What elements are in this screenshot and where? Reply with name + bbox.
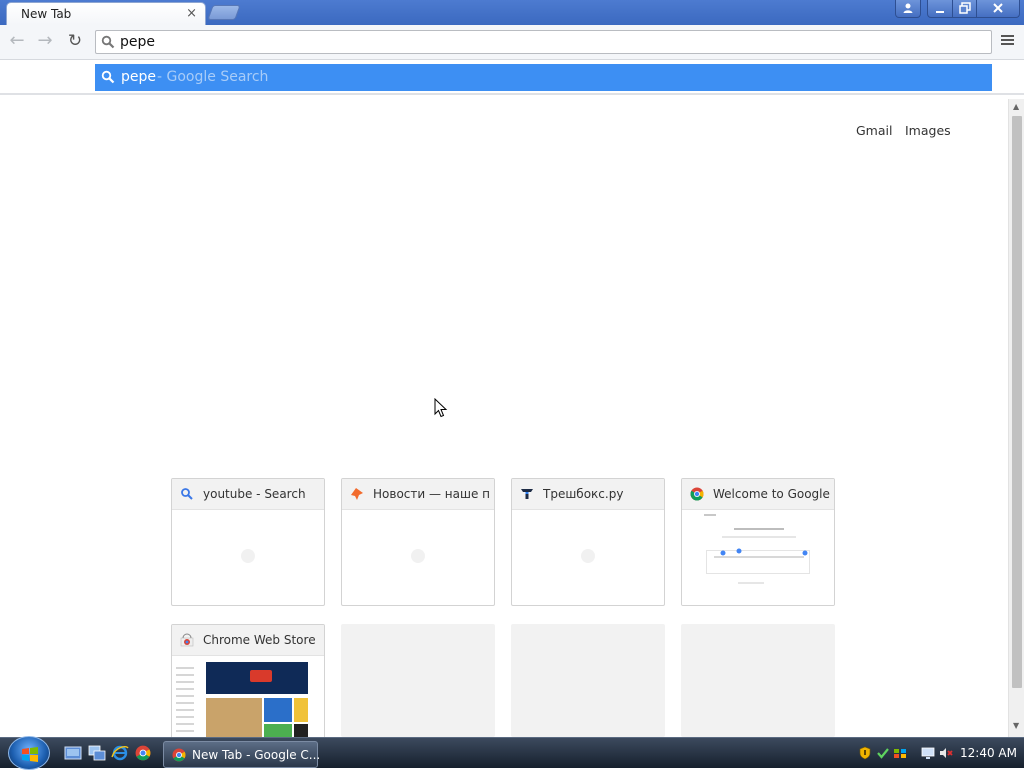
show-desktop-icon[interactable] [64, 745, 82, 761]
scrollbar-thumb[interactable] [1012, 116, 1022, 688]
empty-tile [341, 624, 495, 737]
scroll-down-icon[interactable]: ▼ [1013, 721, 1019, 730]
tile-title: Трешбокс.ру [543, 487, 624, 501]
loading-spinner-icon [411, 549, 425, 563]
new-tab-button[interactable] [207, 5, 241, 20]
back-button[interactable]: ← [6, 31, 28, 53]
tile-thumbnail [682, 510, 834, 605]
page-scrollbar[interactable]: ▲ ▼ [1008, 99, 1024, 737]
chrome-icon[interactable] [134, 745, 152, 761]
close-window-button[interactable] [976, 0, 1020, 18]
windows-logo-icon [22, 747, 38, 762]
taskbar-item-chrome[interactable]: New Tab - Google C... [163, 741, 321, 768]
monitor-icon[interactable] [921, 746, 935, 760]
switch-windows-icon[interactable] [88, 745, 106, 761]
tile-title: Chrome Web Store [203, 633, 316, 647]
search-icon [181, 488, 193, 500]
security-shield-icon[interactable] [858, 746, 872, 760]
most-visited-tile[interactable]: Трешбокс.ру [511, 478, 665, 606]
forward-button[interactable]: → [34, 31, 56, 53]
images-link[interactable]: Images [905, 123, 951, 138]
volume-muted-icon[interactable] [939, 746, 953, 760]
tile-header: Трешбокс.ру [512, 479, 664, 510]
tab-new-tab[interactable]: New Tab × [6, 2, 206, 25]
omnibox[interactable] [95, 30, 992, 54]
webstore-icon [180, 633, 194, 647]
search-icon [101, 70, 115, 84]
tile-title: Новости — наше пр [373, 487, 491, 501]
omnibox-dropdown: pepe - Google Search [0, 61, 1024, 95]
taskbar: New Tab - Google C... 12:40 AM [0, 736, 1024, 770]
browser-toolbar: ← → ↻ [0, 25, 1024, 60]
network-status-icon[interactable] [893, 746, 907, 760]
mouse-cursor-icon [434, 398, 448, 418]
address-input[interactable] [120, 33, 980, 51]
suggestion-suffix: - Google Search [157, 69, 269, 85]
empty-tile [511, 624, 665, 737]
tab-title: New Tab [21, 7, 72, 21]
tile-header: Welcome to Google C [682, 479, 834, 510]
loading-spinner-icon [581, 549, 595, 563]
tile-title: Welcome to Google C [713, 487, 831, 501]
chrome-icon [172, 748, 186, 762]
empty-tile [681, 624, 835, 737]
start-button[interactable] [8, 736, 50, 770]
title-bar: New Tab × [0, 0, 1024, 25]
most-visited-tile[interactable]: youtube - Search [171, 478, 325, 606]
menu-icon[interactable] [998, 33, 1016, 49]
reload-button[interactable]: ↻ [64, 31, 86, 53]
t-logo-icon [521, 489, 533, 499]
gmail-link[interactable]: Gmail [856, 123, 892, 138]
tile-title: youtube - Search [203, 487, 306, 501]
clock: 12:40 AM [960, 746, 1017, 760]
tile-thumbnail [172, 656, 324, 743]
tab-close-icon[interactable]: × [186, 6, 197, 21]
tile-header: Chrome Web Store [172, 625, 324, 656]
taskbar-item-label: New Tab - Google C... [192, 748, 321, 762]
new-tab-page: Gmail Images youtube - Search Новости — … [0, 99, 1008, 744]
suggestion-google-search[interactable]: pepe - Google Search [95, 64, 992, 91]
most-visited-tile[interactable]: Chrome Web Store [171, 624, 325, 744]
tile-header: Новости — наше пр [342, 479, 494, 510]
tile-header: youtube - Search [172, 479, 324, 510]
internet-explorer-icon[interactable] [111, 745, 129, 761]
most-visited-tile[interactable]: Новости — наше пр [341, 478, 495, 606]
pin-icon [351, 488, 363, 500]
network-check-icon[interactable] [876, 746, 890, 760]
scroll-up-icon[interactable]: ▲ [1013, 102, 1019, 111]
search-icon [101, 35, 115, 49]
restore-button[interactable] [952, 0, 977, 18]
suggestion-query: pepe [121, 69, 156, 85]
user-icon[interactable] [895, 0, 921, 18]
minimize-button[interactable] [927, 0, 953, 18]
chrome-icon [690, 487, 704, 501]
loading-spinner-icon [241, 549, 255, 563]
most-visited-tile[interactable]: Welcome to Google C [681, 478, 835, 606]
